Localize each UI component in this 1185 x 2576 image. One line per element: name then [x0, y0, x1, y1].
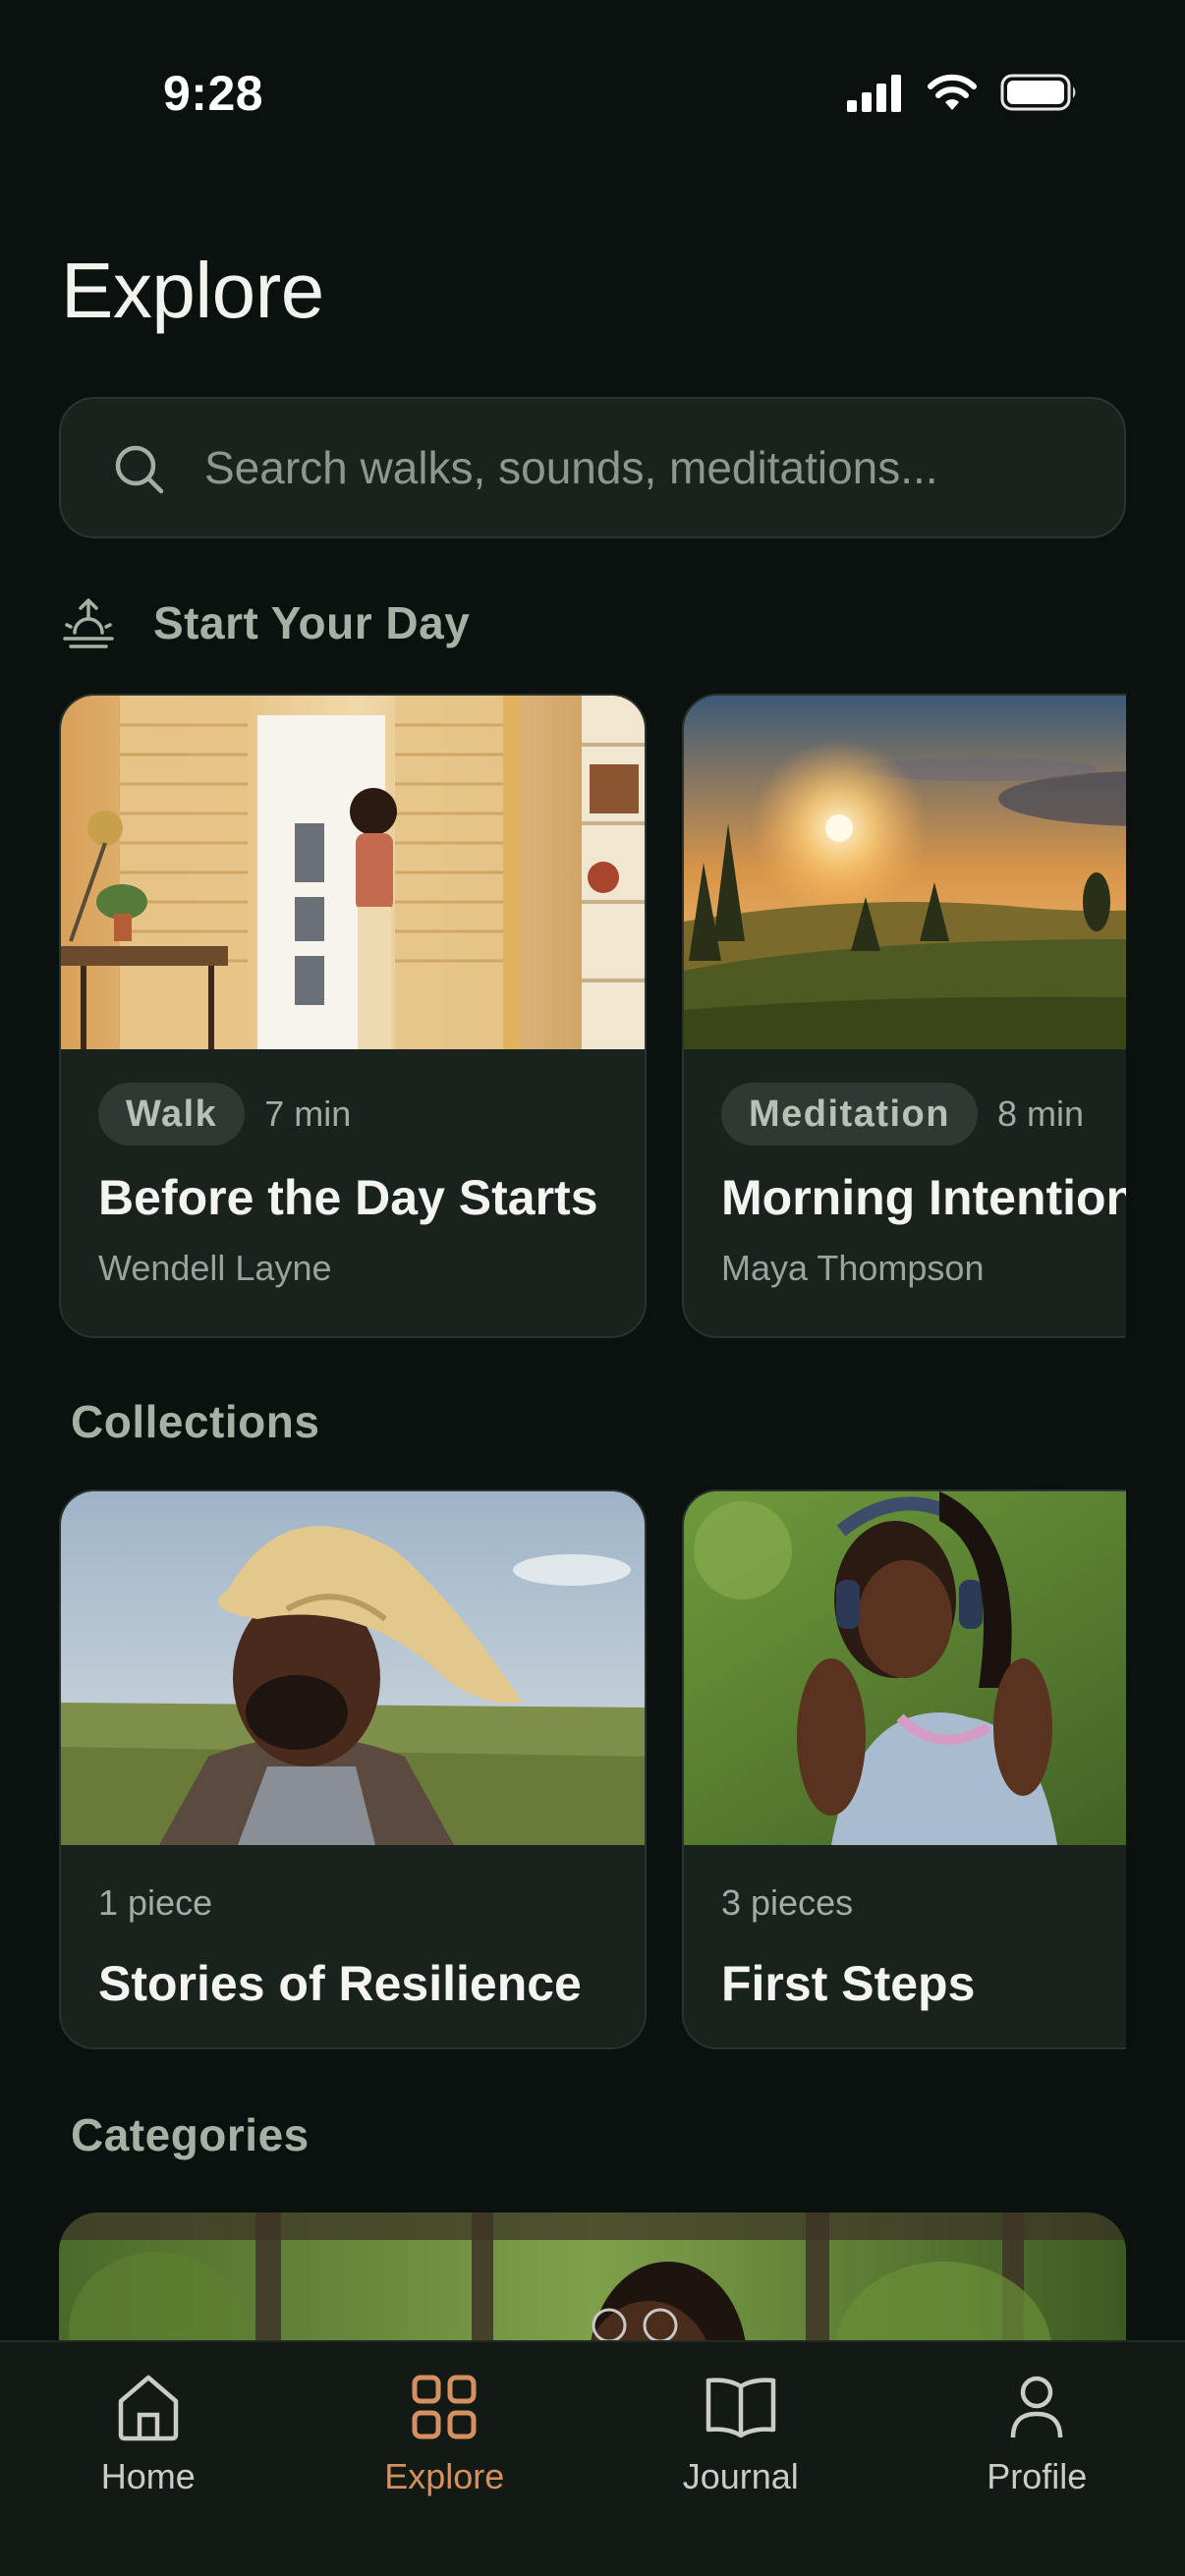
person-icon: [997, 2368, 1076, 2446]
card-image-man-in-straw-hat: [61, 1491, 645, 1845]
tab-label: Home: [100, 2456, 196, 2496]
status-bar: 9:28: [0, 0, 1185, 187]
card-title: Morning Intentions: [721, 1170, 1126, 1225]
battery-icon: [1000, 74, 1076, 111]
section-header-collections: Collections: [71, 1395, 319, 1448]
card-author: Wendell Layne: [98, 1248, 332, 1288]
duration-label: 8 min: [996, 1093, 1085, 1134]
bottom-tab-bar: Home Explore Journal Profile: [0, 2340, 1185, 2576]
status-icons: [845, 73, 1079, 112]
content-card-before-the-day-starts[interactable]: Walk 7 min Before the Day Starts Wendell…: [59, 694, 647, 1338]
tab-label: Profile: [987, 2456, 1088, 2496]
tab-label: Explore: [384, 2456, 505, 2496]
card-title: Stories of Resilience: [98, 1956, 582, 2011]
card-image-sunrise-landscape: [684, 696, 1126, 1049]
card-author: Maya Thompson: [721, 1248, 985, 1288]
collections-carousel[interactable]: 1 piece Stories of Resilience 3 pieces F…: [59, 1489, 1126, 2049]
collection-count: 3 pieces: [721, 1882, 854, 1923]
tab-label: Journal: [682, 2456, 799, 2496]
start-your-day-carousel[interactable]: Walk 7 min Before the Day Starts Wendell…: [59, 694, 1126, 1338]
section-title: Start Your Day: [153, 597, 471, 648]
sunrise-icon: [63, 598, 114, 648]
page-title: Explore: [61, 247, 324, 334]
tab-explore[interactable]: Explore: [297, 2342, 593, 2576]
search-bar[interactable]: [59, 397, 1126, 538]
card-title: First Steps: [721, 1956, 976, 2011]
status-time: 9:28: [163, 66, 264, 121]
book-icon: [702, 2368, 780, 2446]
search-icon: [115, 445, 164, 494]
grid-icon: [405, 2368, 483, 2446]
tab-profile[interactable]: Profile: [889, 2342, 1185, 2576]
tab-journal[interactable]: Journal: [592, 2342, 889, 2576]
card-title: Before the Day Starts: [98, 1170, 598, 1225]
home-icon: [109, 2368, 188, 2446]
collection-card-stories-of-resilience[interactable]: 1 piece Stories of Resilience: [59, 1489, 647, 2049]
wifi-icon: [928, 74, 977, 110]
content-card-morning-intentions[interactable]: Meditation 8 min Morning Intentions Maya…: [682, 694, 1126, 1338]
card-image-woman-at-window: [61, 696, 645, 1049]
section-title: Collections: [71, 1396, 320, 1447]
category-tag: Meditation: [721, 1083, 978, 1146]
category-tag: Walk: [98, 1083, 246, 1146]
section-header-categories: Categories: [71, 2108, 310, 2161]
cellular-signal-icon: [847, 75, 901, 112]
section-title: Categories: [71, 2109, 310, 2160]
section-header-start-your-day: Start Your Day: [61, 595, 470, 650]
collection-card-first-steps[interactable]: 3 pieces First Steps: [682, 1489, 1126, 2049]
search-input[interactable]: [204, 399, 1089, 536]
card-image-woman-with-headphones: [684, 1491, 1126, 1845]
collection-count: 1 piece: [98, 1882, 213, 1923]
tab-home[interactable]: Home: [0, 2342, 297, 2576]
duration-label: 7 min: [264, 1093, 352, 1134]
